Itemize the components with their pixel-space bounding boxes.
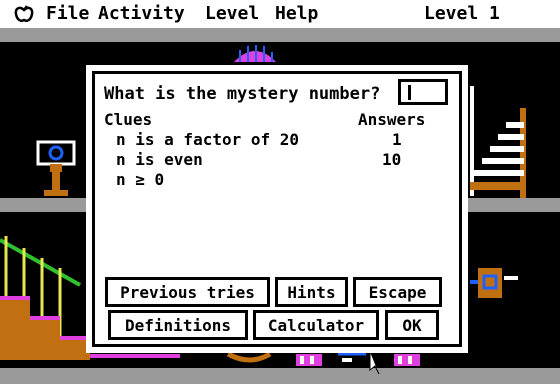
question-prompt: What is the mystery number? bbox=[104, 84, 381, 104]
answer-item: 10 bbox=[382, 150, 402, 169]
lantern-ornament bbox=[470, 268, 518, 298]
menu-file[interactable]: File bbox=[46, 3, 89, 25]
clue-item: n is a factor of 20 bbox=[116, 130, 300, 149]
menu-activity[interactable]: Activity bbox=[98, 3, 185, 25]
hints-button[interactable]: Hints bbox=[275, 277, 348, 307]
level-indicator: Level 1 bbox=[424, 3, 500, 24]
text-cursor bbox=[408, 85, 411, 100]
menu-level[interactable]: Level bbox=[205, 3, 259, 25]
definitions-button[interactable]: Definitions bbox=[108, 310, 248, 340]
clue-item: n is even bbox=[116, 150, 203, 169]
answers-header: Answers bbox=[358, 110, 426, 129]
clue-item: n ≥ 0 bbox=[116, 170, 165, 189]
menu-help[interactable]: Help bbox=[275, 3, 318, 25]
calculator-button[interactable]: Calculator bbox=[253, 310, 379, 340]
dome-ornament bbox=[234, 45, 276, 62]
menu-bar: File Activity Level Help Level 1 bbox=[0, 0, 560, 28]
clues-header: Clues bbox=[104, 110, 153, 129]
previous-tries-button[interactable]: Previous tries bbox=[105, 277, 270, 307]
answer-item: 1 bbox=[392, 130, 402, 149]
escape-button[interactable]: Escape bbox=[353, 277, 442, 307]
ok-button[interactable]: OK bbox=[385, 310, 439, 340]
goblet-ornament bbox=[36, 140, 76, 196]
apple-icon[interactable] bbox=[14, 5, 34, 23]
answer-input[interactable] bbox=[398, 79, 448, 105]
staircase-right bbox=[470, 86, 526, 198]
